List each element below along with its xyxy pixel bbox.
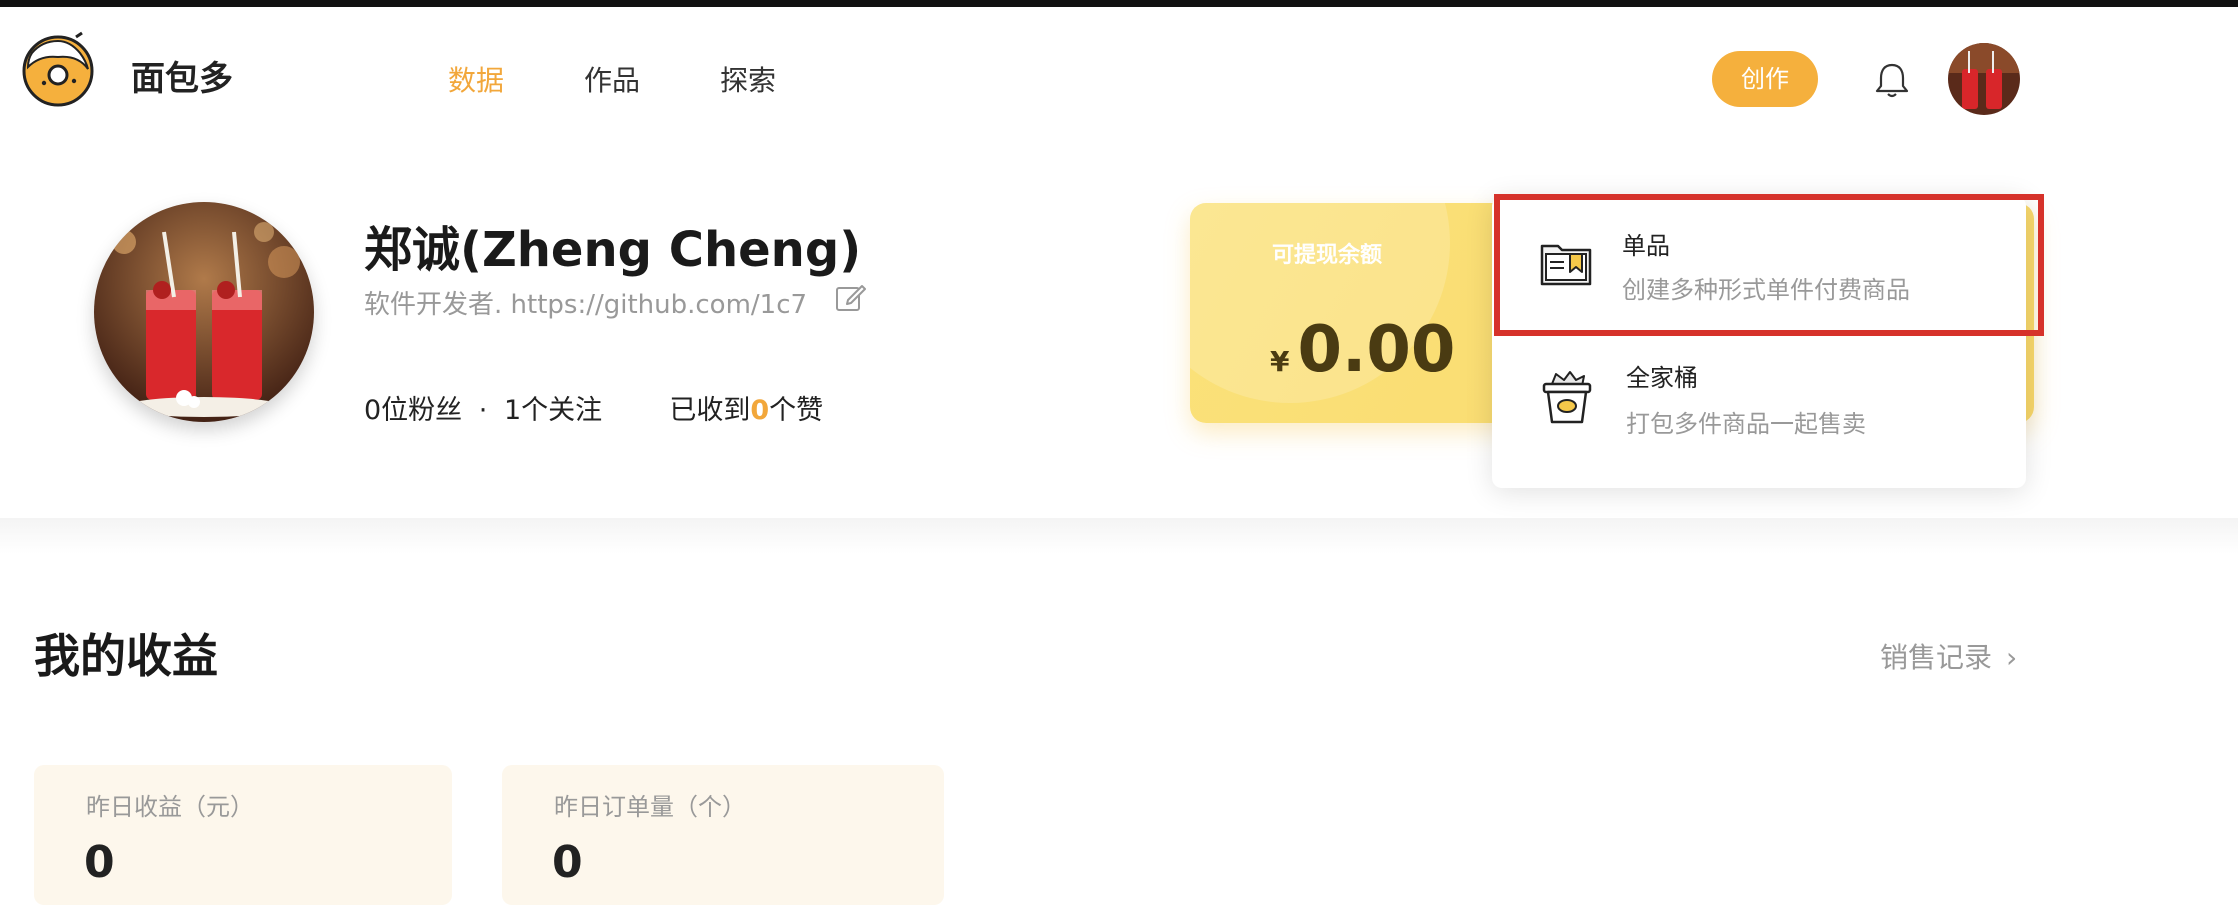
- stat-card-yesterday-orders: 昨日订单量（个） 0: [502, 765, 944, 905]
- profile-name: 郑诚(Zheng Cheng): [364, 222, 862, 278]
- balance-amount: 0.00: [1297, 313, 1456, 387]
- menu-item-bundle-title: 全家桶: [1626, 364, 1698, 392]
- menu-item-bundle[interactable]: 全家桶 打包多件商品一起售卖: [1492, 332, 2026, 468]
- section-divider: [0, 518, 2238, 554]
- create-button[interactable]: 创作: [1712, 51, 1818, 107]
- nav-data[interactable]: 数据: [448, 59, 504, 99]
- currency-symbol: ¥: [1270, 345, 1290, 378]
- brand-name: 面包多: [131, 59, 233, 99]
- edit-icon[interactable]: [834, 282, 866, 314]
- stat-value: 0: [84, 837, 115, 888]
- donut-logo-icon[interactable]: [20, 31, 96, 107]
- header: 面包多 数据 作品 探索 创作: [0, 7, 2238, 137]
- bell-icon[interactable]: [1874, 61, 1910, 99]
- nav-works[interactable]: 作品: [584, 59, 640, 99]
- likes-prefix: 已收到: [669, 395, 751, 426]
- following-count[interactable]: 1个关注: [504, 395, 602, 426]
- user-avatar[interactable]: [1948, 43, 2020, 115]
- profile-bio: 软件开发者. https://github.com/1c7: [364, 290, 808, 320]
- followers-count[interactable]: 0位粉丝: [364, 395, 462, 426]
- highlight-annotation: [1494, 194, 2044, 336]
- stat-label: 昨日订单量（个）: [554, 793, 746, 821]
- chevron-right-icon: ›: [2006, 641, 2018, 674]
- likes-suffix: 个赞: [769, 395, 824, 426]
- menu-item-bundle-desc: 打包多件商品一起售卖: [1626, 410, 1866, 438]
- profile-stats: 0位粉丝 · 1个关注 已收到0个赞: [364, 388, 823, 427]
- balance-label: 可提现余额: [1272, 243, 1383, 268]
- sales-record-link[interactable]: 销售记录 ›: [1880, 636, 2017, 676]
- balance-value: ¥0.00: [1270, 313, 1455, 387]
- likes-count: 0: [750, 395, 770, 426]
- stat-value: 0: [552, 837, 583, 888]
- sales-record-label: 销售记录: [1880, 641, 1993, 674]
- stat-label: 昨日收益（元）: [86, 793, 254, 821]
- stat-card-yesterday-income: 昨日收益（元） 0: [34, 765, 452, 905]
- bundle-bucket-icon: [1542, 371, 1592, 424]
- nav-explore[interactable]: 探索: [720, 59, 776, 99]
- earnings-title: 我的收益: [34, 629, 218, 683]
- profile-avatar: [94, 202, 314, 422]
- stats-separator: ·: [478, 395, 488, 426]
- top-border: [0, 0, 2238, 7]
- dropdown-caret: [1762, 160, 1790, 174]
